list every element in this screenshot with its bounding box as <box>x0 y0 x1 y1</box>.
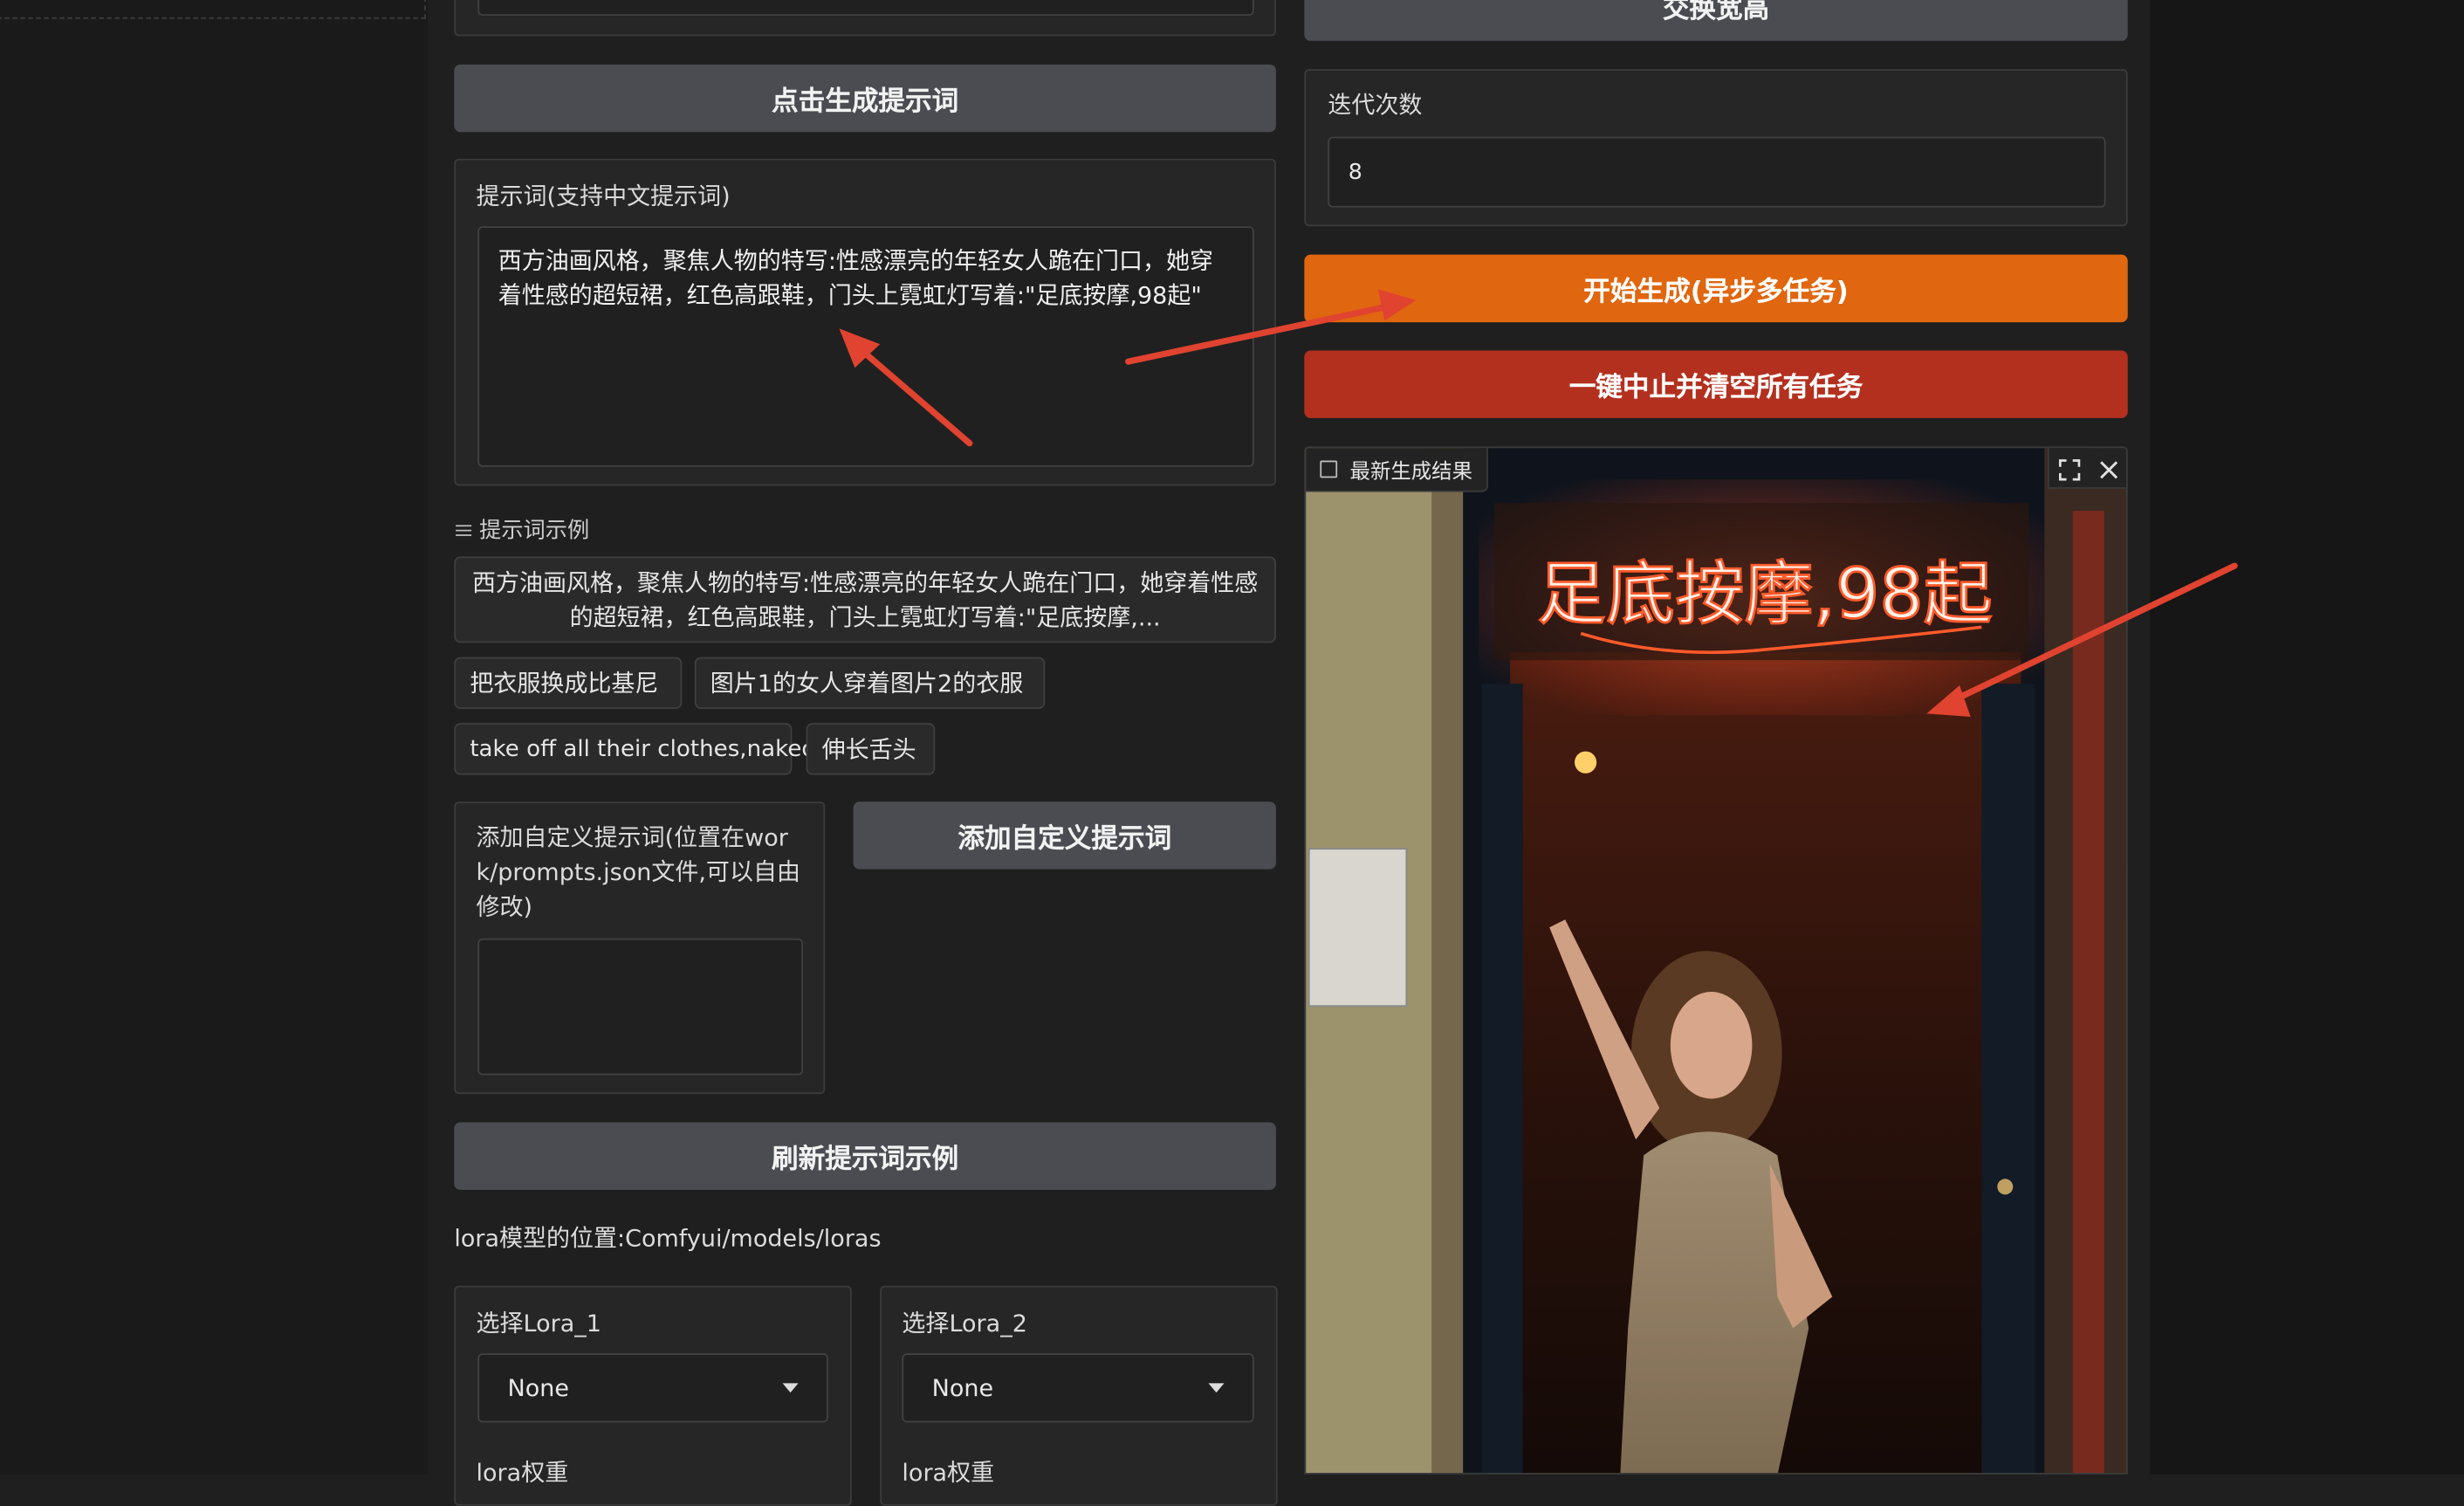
annotation-arrows <box>839 289 2238 717</box>
annotation-arrow-to-image <box>1926 562 2238 717</box>
annotation-arrow-to-prompt <box>839 328 973 447</box>
annotation-arrow-to-start <box>1125 289 1417 365</box>
app-viewport: 点击生成提示词 提示词(支持中文提示词) 西方油画风格，聚焦人物的特写:性感漂亮… <box>0 0 2464 1506</box>
